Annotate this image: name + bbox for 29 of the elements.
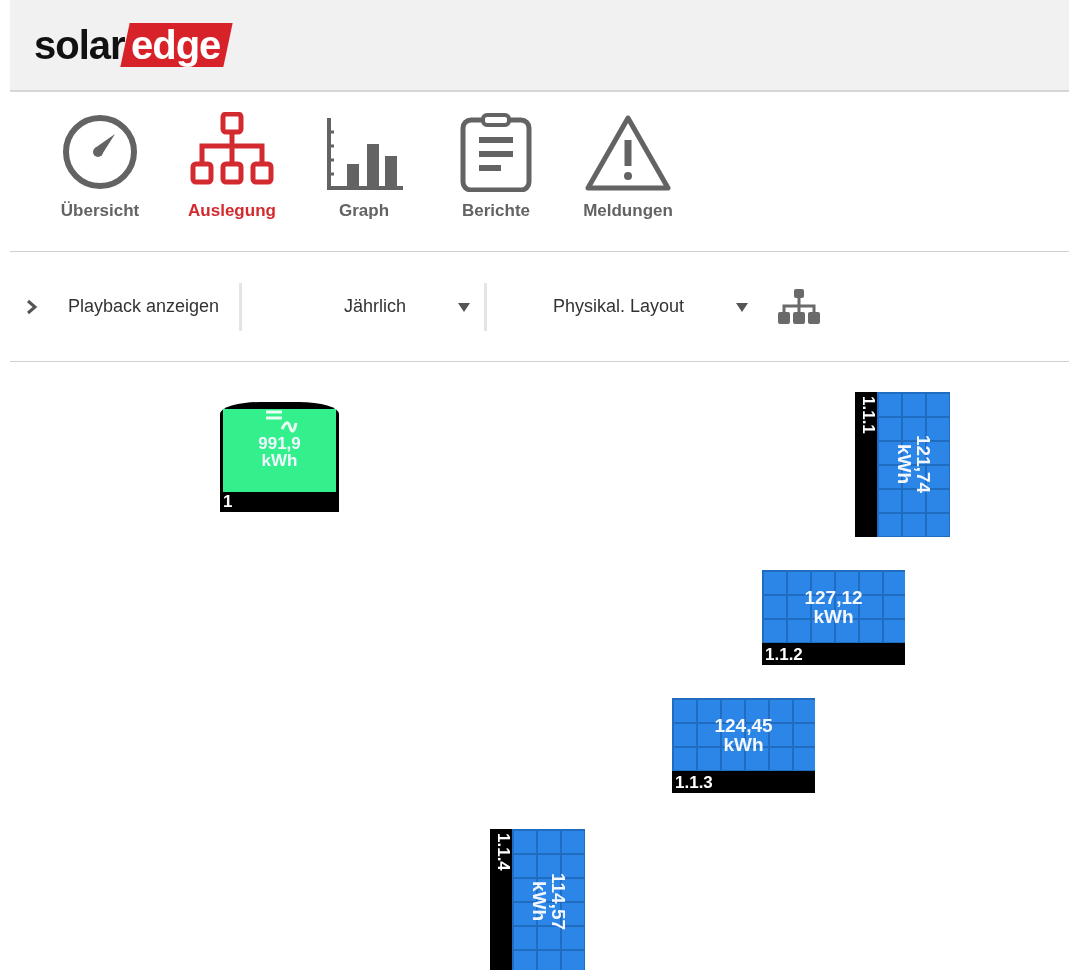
playback-toggle[interactable]: Playback anzeigen [10,282,243,331]
energy-reading: 991,9 kWh [258,435,301,469]
dropdown[interactable]: Physikal. Layout [487,282,763,331]
nav-tab[interactable]: Berichte [430,112,562,251]
solar-module[interactable]: 124,45 kWh 1.1.3 [672,698,815,793]
energy-reading: 114,57 kWh [529,872,568,931]
nav-tab[interactable]: Meldungen [562,112,694,251]
module-id: 1.1.1 [858,395,877,436]
chevron-right-icon [26,298,38,315]
solar-module[interactable]: 1.1.1 121,74 kWh [855,392,950,537]
energy-reading: 124,45 kWh [714,715,773,754]
caret-icon [458,301,471,312]
energy-reading: 121,74 kWh [894,435,933,494]
nav-tab[interactable]: Auslegung [166,112,298,251]
logo: solaredge [32,17,240,73]
nav-tab[interactable]: Übersicht [34,112,166,251]
caret-icon [736,301,749,312]
solar-module[interactable]: 127,12 kWh 1.1.2 [762,570,905,665]
hierarchy-icon[interactable] [778,288,821,325]
inverter[interactable]: 991,9 kWh 1 [220,402,339,512]
warning-icon [583,112,673,192]
solar-module[interactable]: 1.1.4 114,57 kWh [490,829,585,970]
module-id: 1.1.2 [764,644,804,665]
nav-tab[interactable]: Graph [298,112,430,251]
energy-reading: 127,12 kWh [804,587,863,626]
dropdown[interactable]: Jährlich [242,282,488,331]
module-id: 1.1.3 [674,772,714,793]
module-id: 1.1.4 [493,832,512,873]
device-id: 1 [223,492,234,512]
